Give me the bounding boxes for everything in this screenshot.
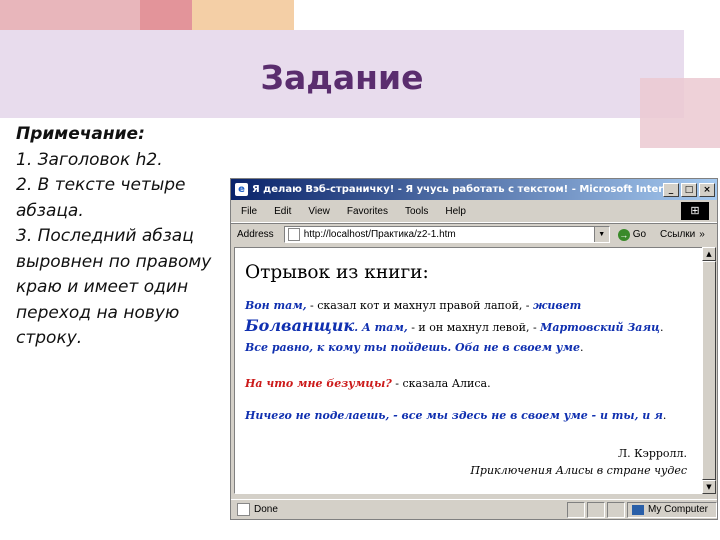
go-label: Go [632,229,647,240]
note-line: 2. В тексте четыре [16,175,186,195]
minimize-button[interactable]: _ [663,182,679,197]
status-cell [567,501,585,518]
scroll-down-icon[interactable]: ▼ [702,480,716,494]
vertical-scrollbar[interactable]: ▲ ▼ [702,247,716,494]
links-button[interactable]: Ссылки [660,229,695,240]
status-zone: My Computer [627,501,717,518]
blue-text: живет [533,299,582,312]
page-icon [287,228,300,241]
computer-icon [632,504,644,515]
paragraph-1-line-3: Все равно, к кому ты пойдешь. Оба не в с… [245,338,664,358]
status-cell [587,501,605,518]
note-line: выровнен по правому [16,251,212,272]
go-arrow-icon: → [617,228,630,241]
slide-title: Задание [260,58,424,97]
blue-text: Ничего не поделаешь, - все мы здесь не в… [245,409,663,422]
address-input[interactable]: http://localhost/Практика/z2-1.htm ▼ [283,226,610,243]
note-line: 3. Последний абзац [16,226,194,246]
plain-text: - сказала Алиса. [391,377,491,390]
close-button[interactable]: × [699,182,715,197]
note-line: краю и имеет один [16,277,189,297]
note-line: переход на новую [16,302,180,323]
paragraph-1: Вон там, - сказал кот и махнул правой ла… [245,296,664,358]
paragraph-1-line-2: Болванщик. А там, - и он махнул левой, -… [245,316,664,338]
plain-text: . [662,409,667,422]
page-done-icon [237,503,250,516]
note-line: 1. Заголовок h2. [16,149,163,170]
menu-tools[interactable]: Tools [405,206,428,217]
menu-help[interactable]: Help [445,206,466,217]
scroll-thumb[interactable] [702,261,716,480]
plain-text: - и он махнул левой, - [407,321,541,334]
ie-icon: e [235,183,248,196]
blue-text: . А там, [354,321,408,334]
browser-window: e Я делаю Вэб-страничку! - Я учусь работ… [230,178,718,520]
menu-view[interactable]: View [308,206,330,217]
page-heading: Отрывок из книги: [245,262,429,283]
browser-titlebar: e Я делаю Вэб-страничку! - Я учусь работ… [231,179,717,200]
address-bar: Address http://localhost/Практика/z2-1.h… [231,223,717,245]
status-cell [607,501,625,518]
large-blue-text: Болванщик [245,316,355,335]
zone-text: My Computer [648,504,709,515]
status-text: Done [254,504,278,515]
menu-bar: File Edit View Favorites Tools Help ⊞ [231,200,717,223]
red-text: На что мне безумцы? [245,377,392,390]
go-button[interactable]: → Go [617,228,647,241]
note-heading: Примечание: [16,124,145,144]
address-label: Address [237,229,274,240]
menu-edit[interactable]: Edit [274,206,291,217]
note-line: строку. [16,328,83,348]
plain-text: . [579,341,584,354]
plain-text: . [660,321,664,334]
author-line: Л. Кэрролл. [617,447,687,460]
blue-text: Вон там, [245,299,307,312]
paragraph-4-right-aligned: Л. Кэрролл. Приключения Алисы в стране ч… [470,445,687,479]
maximize-button[interactable]: □ [681,182,697,197]
task-note: Примечание: 1. Заголовок h2. 2. В тексте… [16,122,226,352]
menu-file[interactable]: File [241,206,257,217]
note-line: абзаца. [16,200,84,221]
scroll-up-icon[interactable]: ▲ [702,247,716,261]
chevron-right-icon[interactable]: » [699,229,705,240]
address-value[interactable]: http://localhost/Практика/z2-1.htm [304,229,594,240]
page-content: Отрывок из книги: Вон там, - сказал кот … [234,247,704,494]
status-bar: Done My Computer [231,499,717,519]
menu-favorites[interactable]: Favorites [347,206,388,217]
paragraph-1-line-1: Вон там, - сказал кот и махнул правой ла… [245,296,664,316]
chevron-down-icon[interactable]: ▼ [593,227,609,242]
book-line: Приключения Алисы в стране чудес [470,464,687,477]
paragraph-3: Ничего не поделаешь, - все мы здесь не в… [245,406,666,426]
plain-text: - сказал кот и махнул правой лапой, - [306,299,534,312]
status-done: Done [231,503,567,516]
blue-text: Мартовский Заяц [540,321,660,334]
paragraph-2: На что мне безумцы? - сказала Алиса. [245,374,491,394]
browser-title: Я делаю Вэб-страничку! - Я учусь работат… [252,184,663,195]
windows-logo-icon: ⊞ [681,202,709,220]
blue-text: Все равно, к кому ты пойдешь. Оба не в с… [245,341,580,354]
decor-block-pink [0,0,140,30]
